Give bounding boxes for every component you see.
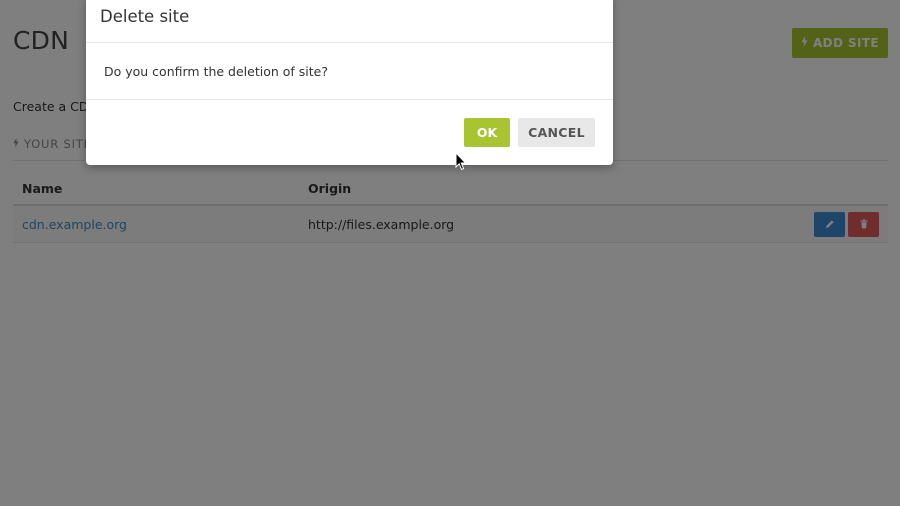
modal-header: Delete site: [86, 0, 613, 43]
modal-body: Do you confirm the deletion of site?: [86, 43, 613, 100]
ok-button[interactable]: OK: [464, 118, 510, 147]
modal-title: Delete site: [100, 7, 190, 26]
delete-site-modal: Delete site Do you confirm the deletion …: [86, 0, 613, 165]
cdn-page: CDN ADD SITE Create a CDN site to delive…: [0, 0, 900, 506]
modal-message: Do you confirm the deletion of site?: [104, 64, 328, 79]
cancel-button[interactable]: CANCEL: [518, 118, 595, 147]
mouse-pointer-icon: [455, 151, 467, 171]
